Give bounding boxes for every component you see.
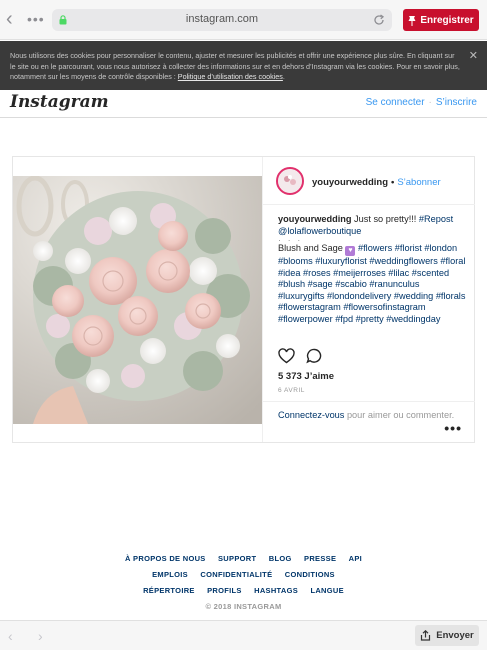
send-button-label: Envoyer: [436, 630, 474, 641]
heart-emoji-icon: ♥: [345, 246, 356, 256]
post-actions: [278, 348, 468, 368]
footer-link-support[interactable]: SUPPORT: [218, 554, 256, 563]
pinterest-save-button[interactable]: Enregistrer: [403, 9, 479, 31]
post-card: youyourwedding • S’abonner youyourwedding …: [12, 156, 475, 443]
heart-icon[interactable]: [278, 348, 295, 364]
close-icon[interactable]: ✕: [469, 51, 478, 62]
post-photo[interactable]: [13, 176, 262, 424]
browser-toolbar: ‹ ••• instagram.com Enregistrer: [0, 0, 487, 40]
send-button[interactable]: Envoyer: [415, 625, 479, 646]
caption-username[interactable]: youyourwedding: [278, 214, 352, 224]
auth-links: Se connecter · S’inscrire: [366, 97, 477, 108]
share-icon: [421, 630, 431, 641]
hashtag-repost[interactable]: #Repost: [419, 214, 453, 224]
avatar[interactable]: [276, 167, 304, 195]
footer-row-1: À PROPOS DE NOUS SUPPORT BLOG PRESSE API: [0, 552, 487, 568]
copyright: © 2018 INSTAGRAM: [205, 602, 282, 611]
footer-row-3: RÉPERTOIRE PROFILS HASHTAGS LANGUE: [0, 584, 487, 600]
pin-icon: [408, 15, 416, 26]
comment-prompt-text: pour aimer ou commenter.: [344, 410, 455, 420]
login-to-comment-link[interactable]: Connectez-vous: [278, 410, 344, 420]
caption-text: Just so pretty!!!: [351, 214, 419, 224]
follow-button[interactable]: S’abonner: [397, 177, 440, 188]
nav-back-icon[interactable]: ‹: [8, 628, 13, 644]
footer-link-press[interactable]: PRESSE: [304, 554, 336, 563]
nav-forward-icon[interactable]: ›: [38, 628, 43, 644]
footer-link-hashtags[interactable]: HASHTAGS: [254, 586, 298, 595]
likes-number: 5 373: [278, 371, 302, 382]
more-dots-icon[interactable]: •••: [27, 11, 45, 27]
more-options-icon[interactable]: •••: [444, 420, 462, 436]
browser-bottom-bar: ‹ › Envoyer: [0, 620, 487, 650]
footer-link-blog[interactable]: BLOG: [269, 554, 292, 563]
reload-icon[interactable]: [372, 13, 386, 27]
separator: •: [391, 177, 395, 188]
caption-blush: Blush and Sage: [278, 243, 346, 253]
cookie-banner: Nous utilisons des cookies pour personna…: [0, 41, 487, 90]
cookie-policy-link[interactable]: Politique d’utilisation des cookies: [178, 72, 283, 81]
footer-link-about[interactable]: À PROPOS DE NOUS: [125, 554, 206, 563]
footer-link-jobs[interactable]: EMPLOIS: [152, 570, 188, 579]
username-link[interactable]: youyourwedding: [312, 177, 388, 188]
site-footer: À PROPOS DE NOUS SUPPORT BLOG PRESSE API…: [0, 552, 487, 616]
comment-icon[interactable]: [306, 348, 323, 364]
post-date: 6 AVRIL: [278, 387, 305, 394]
footer-link-profiles[interactable]: PROFILS: [207, 586, 242, 595]
comment-prompt: Connectez-vous pour aimer ou commenter.: [263, 401, 475, 430]
signup-link[interactable]: S’inscrire: [436, 97, 477, 108]
footer-row-2: EMPLOIS CONFIDENTIALITÉ CONDITIONS: [0, 568, 487, 584]
post-author: youyourwedding • S’abonner: [312, 177, 441, 188]
save-button-label: Enregistrer: [420, 14, 474, 26]
hashtag-list[interactable]: #flowers #florist #london #blooms #luxur…: [278, 243, 465, 324]
footer-link-api[interactable]: API: [349, 554, 362, 563]
likes-label: J’aime: [301, 371, 334, 382]
footer-link-terms[interactable]: CONDITIONS: [285, 570, 335, 579]
bouquet-image: [13, 176, 262, 424]
instagram-logo[interactable]: Instagram: [10, 92, 109, 112]
address-bar[interactable]: instagram.com: [52, 9, 392, 31]
login-link[interactable]: Se connecter: [366, 97, 425, 108]
likes-count[interactable]: 5 373 J’aime: [278, 371, 334, 382]
footer-link-privacy[interactable]: CONFIDENTIALITÉ: [200, 570, 272, 579]
footer-link-language[interactable]: LANGUE: [310, 586, 343, 595]
instagram-header: Instagram Se connecter · S’inscrire: [0, 90, 487, 118]
post-sidebar: youyourwedding • S’abonner youyourwedding …: [262, 157, 475, 442]
url-text: instagram.com: [185, 13, 259, 25]
back-chevron-icon[interactable]: ‹: [6, 9, 22, 30]
mention-link[interactable]: @lolaflowerboutique: [278, 226, 361, 236]
post-caption: youyourwedding Just so pretty!!! #Repost…: [278, 214, 468, 325]
post-header: youyourwedding • S’abonner: [263, 157, 475, 205]
footer-link-directory[interactable]: RÉPERTOIRE: [143, 586, 195, 595]
separator: ·: [428, 97, 432, 108]
